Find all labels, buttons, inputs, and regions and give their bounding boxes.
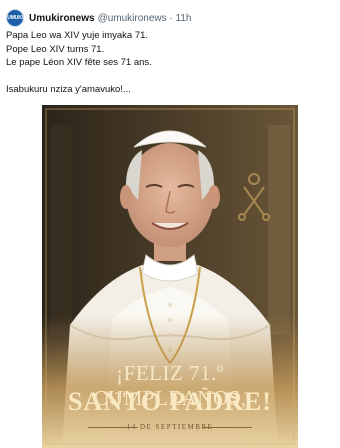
tweet-line-closing: Isabukuru nziza y'amavuko!... xyxy=(6,83,131,95)
display-name[interactable]: Umukironews xyxy=(29,13,95,24)
tweet-header: UMUKI Umukironews @umukironews · 11h xyxy=(6,8,191,28)
tweet-line-french: Le pape Léon XIV fête ses 71 ans. xyxy=(6,57,152,68)
date-text: 14 DE SEPTIEMBRE xyxy=(126,423,214,431)
tweet-text: Papa Leo wa XIV yuje imyaka 71. Pope Leo… xyxy=(6,29,152,96)
handle-and-time[interactable]: @umukironews · 11h xyxy=(98,13,192,24)
avatar[interactable]: UMUKI xyxy=(6,9,24,27)
date-divider-right xyxy=(202,427,252,428)
tweet-line-english: Pope Leo XIV turns 71. xyxy=(6,43,105,55)
avatar-text: UMUKI xyxy=(7,15,23,21)
tweet-image[interactable]: ¡FELIZ 71.º CUMPLEAÑOS, SANTO PADRE! 14 … xyxy=(42,105,298,448)
title-text: SANTO PADRE! xyxy=(68,387,272,416)
tweet[interactable]: UMUKI Umukironews @umukironews · 11h Pap… xyxy=(0,0,340,448)
tweet-line-kirundi: Papa Leo wa XIV yuje imyaka 71. xyxy=(6,30,149,41)
